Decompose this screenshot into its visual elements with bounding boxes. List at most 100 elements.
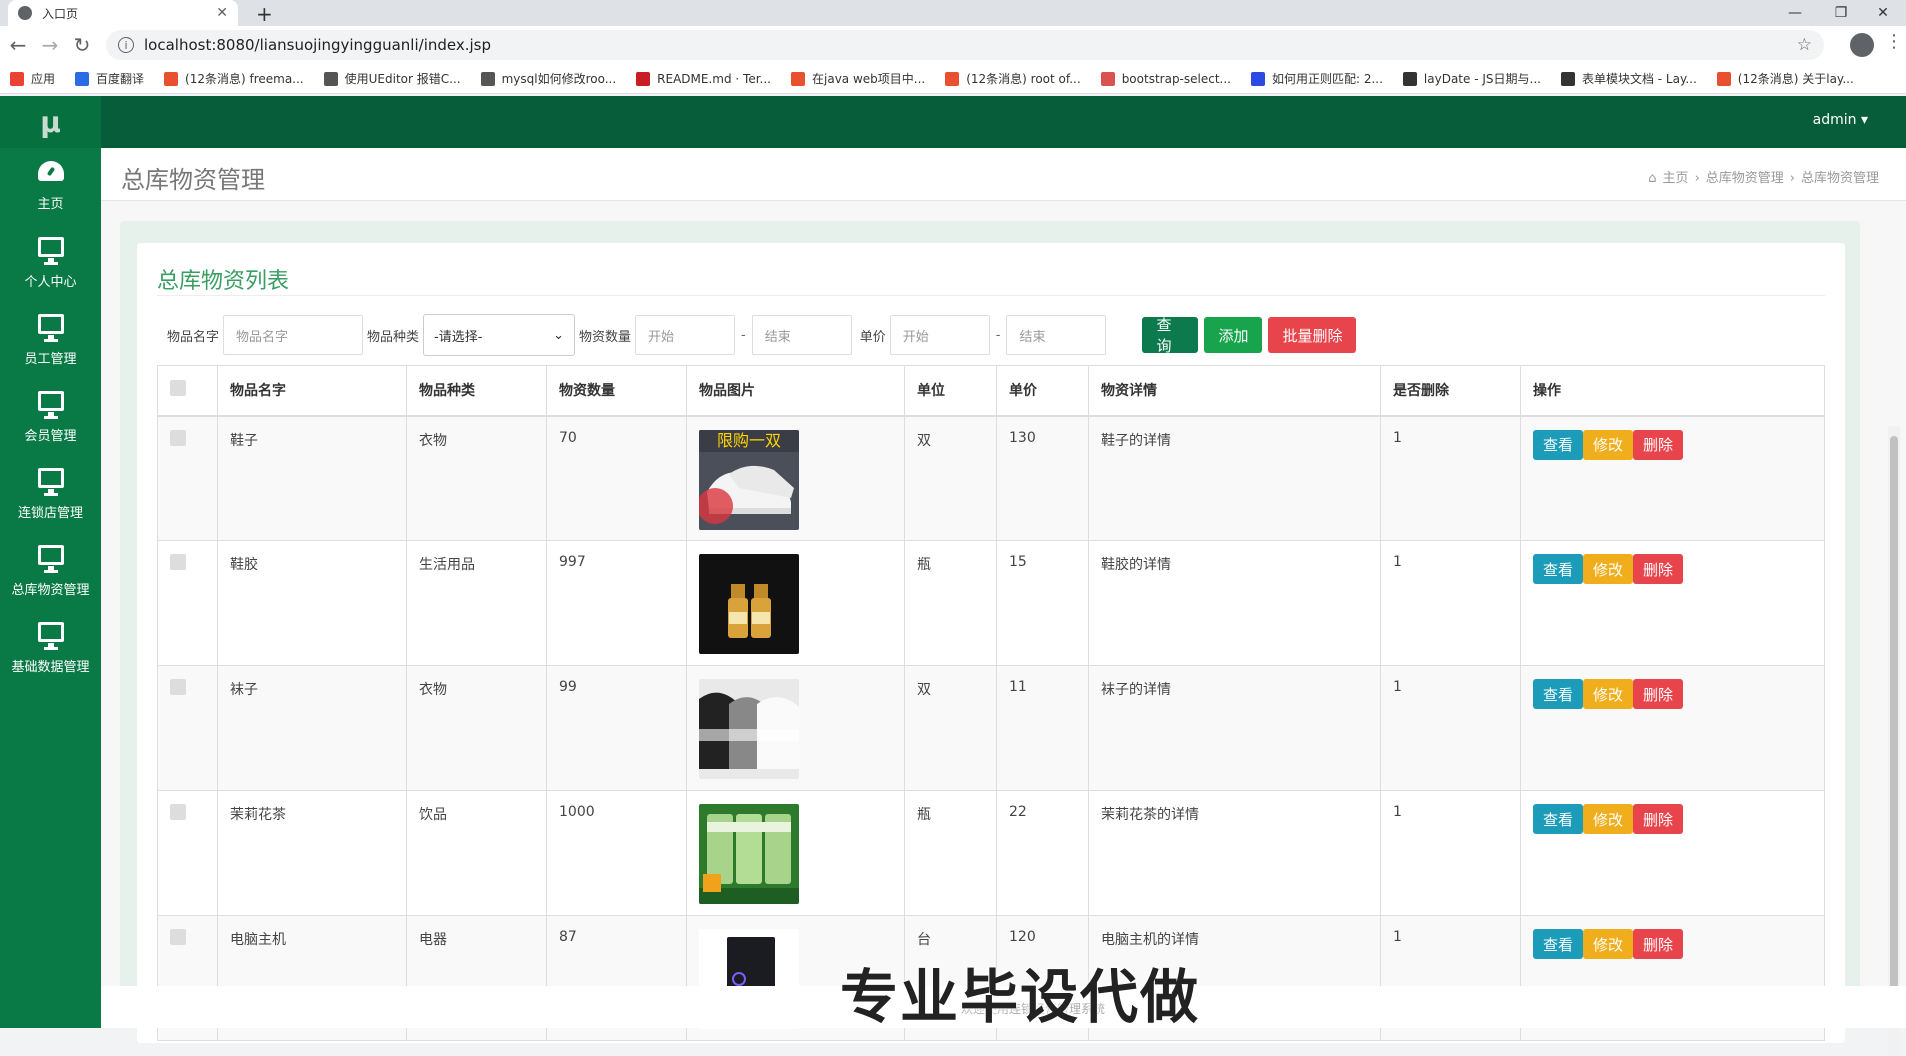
monitor-icon [37, 622, 64, 650]
back-arrow-icon[interactable]: ← [6, 33, 30, 57]
user-menu[interactable]: admin ▾ [1813, 112, 1868, 128]
menu-kebab-icon[interactable]: ⋮ [1885, 31, 1903, 52]
bookmark-item[interactable]: (12条消息) freema... [164, 70, 304, 87]
row-checkbox[interactable] [170, 429, 186, 446]
price-start-input[interactable]: 开始 [889, 315, 990, 355]
row-checkbox[interactable] [170, 554, 186, 570]
select-all-checkbox[interactable] [170, 380, 186, 397]
breadcrumb-section[interactable]: 总库物资管理 [1706, 171, 1784, 186]
add-button[interactable]: 添加 [1204, 317, 1263, 353]
bookmark-item[interactable]: (12条消息) 关于lay... [1716, 70, 1854, 87]
range-dash: - [741, 327, 746, 343]
sidebar-item[interactable]: 基础数据管理 [0, 610, 101, 687]
materials-table: 物品名字 物品种类 物资数量 物品图片 单位 单价 物资详情 是否删除 操作 鞋… [157, 365, 1825, 1041]
bookmark-favicon-icon [1100, 71, 1115, 86]
view-button[interactable]: 查看 [1533, 429, 1583, 460]
product-image[interactable] [699, 804, 799, 904]
monitor-icon [37, 545, 64, 573]
type-filter-select[interactable]: -请选择- ⌄ [423, 314, 576, 356]
edit-button[interactable]: 修改 [1583, 804, 1633, 834]
delete-button[interactable]: 删除 [1633, 554, 1683, 584]
sidebar-item[interactable]: 个人中心 [0, 225, 101, 302]
sidebar-item[interactable]: 连锁店管理 [0, 456, 101, 533]
name-filter-input[interactable]: 物品名字 [223, 315, 364, 355]
cell-price: 15 [996, 540, 1089, 666]
cell-deleted: 1 [1380, 665, 1521, 791]
bookmark-item[interactable]: README.md · Ter... [636, 71, 771, 86]
bookmark-favicon-icon [323, 71, 338, 86]
sidebar-item-label: 会员管理 [24, 429, 77, 444]
product-image[interactable] [699, 554, 799, 654]
bookmark-item[interactable]: 在java web项目中... [791, 70, 925, 87]
bookmark-label: 使用UEditor 报错C... [344, 72, 461, 86]
product-image[interactable]: 限购一双 [699, 429, 799, 530]
chevron-down-icon: ⌄ [553, 327, 565, 343]
query-button[interactable]: 查询 [1142, 316, 1199, 355]
cell-type: 衣物 [406, 665, 547, 791]
close-tab-icon[interactable]: ✕ [216, 5, 228, 21]
delete-button[interactable]: 删除 [1633, 679, 1683, 709]
edit-button[interactable]: 修改 [1583, 679, 1633, 709]
address-bar[interactable]: i localhost:8080/liansuojingyingguanli/i… [106, 30, 1824, 60]
home-icon: ⌂ [1648, 171, 1657, 186]
bookmark-label: 如何用正则匹配: 2... [1271, 72, 1383, 86]
window-close-icon[interactable]: ✕ [1860, 0, 1906, 26]
page-scrollbar[interactable] [1888, 426, 1900, 1056]
panel-title: 总库物资列表 [157, 269, 290, 294]
monitor-icon [37, 468, 64, 496]
sidebar-item-label: 基础数据管理 [11, 660, 90, 675]
sidebar: μ 主页 个人中心 员工管理 会员管理 连锁店管理 总库物资管理 基础数据管理 [0, 96, 101, 1028]
browser-tab[interactable]: 入口页 ✕ [8, 0, 238, 26]
delete-button[interactable]: 删除 [1633, 929, 1683, 959]
edit-button[interactable]: 修改 [1583, 429, 1633, 460]
column-header: 单价 [996, 365, 1089, 417]
view-button[interactable]: 查看 [1533, 554, 1583, 584]
column-header: 操作 [1520, 365, 1825, 417]
sidebar-item[interactable]: 主页 [0, 148, 101, 225]
edit-button[interactable]: 修改 [1583, 554, 1633, 584]
bookmark-item[interactable]: 应用 [10, 70, 55, 87]
minimize-icon[interactable]: — [1772, 0, 1818, 26]
sidebar-item[interactable]: 总库物资管理 [0, 533, 101, 610]
bookmark-label: (12条消息) 关于lay... [1737, 72, 1854, 86]
bookmark-item[interactable]: bootstrap-select... [1100, 71, 1231, 86]
restore-icon[interactable]: ❐ [1818, 0, 1864, 26]
sidebar-item[interactable]: 会员管理 [0, 379, 101, 456]
view-button[interactable]: 查看 [1533, 929, 1583, 959]
bookmark-item[interactable]: (12条消息) root of... [945, 70, 1081, 87]
scrollbar-thumb[interactable] [1890, 436, 1898, 1016]
reload-icon[interactable]: ↻ [70, 33, 94, 57]
star-icon[interactable]: ☆ [1797, 35, 1812, 55]
bookmark-favicon-icon [164, 71, 179, 86]
profile-avatar-icon[interactable] [1850, 33, 1874, 57]
price-end-input[interactable]: 结束 [1006, 315, 1107, 355]
row-checkbox[interactable] [170, 929, 186, 945]
sidebar-item[interactable]: 员工管理 [0, 302, 101, 379]
delete-button[interactable]: 删除 [1633, 429, 1683, 460]
bookmark-item[interactable]: 表单模块文档 - Lay... [1560, 70, 1697, 87]
bookmark-item[interactable]: 使用UEditor 报错C... [323, 70, 461, 87]
cell-detail: 袜子的详情 [1088, 665, 1381, 791]
batch-delete-button[interactable]: 批量删除 [1268, 317, 1357, 353]
forward-arrow-icon[interactable]: → [38, 33, 62, 57]
row-checkbox[interactable] [170, 679, 186, 695]
cell-unit: 双 [904, 665, 997, 791]
bookmark-item[interactable]: mysql如何修改roo... [480, 70, 616, 87]
edit-button[interactable]: 修改 [1583, 929, 1633, 959]
breadcrumb-home[interactable]: 主页 [1663, 171, 1689, 186]
bookmark-item[interactable]: layDate - JS日期与... [1402, 70, 1541, 87]
row-checkbox[interactable] [170, 804, 186, 820]
qty-end-input[interactable]: 结束 [751, 315, 852, 355]
product-image[interactable] [699, 679, 799, 779]
view-button[interactable]: 查看 [1533, 679, 1583, 709]
new-tab-button[interactable]: + [256, 2, 273, 26]
bookmark-favicon-icon [1402, 71, 1417, 86]
bookmark-label: 百度翻译 [96, 72, 145, 86]
view-button[interactable]: 查看 [1533, 804, 1583, 834]
delete-button[interactable]: 删除 [1633, 804, 1683, 834]
bookmark-item[interactable]: 如何用正则匹配: 2... [1250, 70, 1383, 87]
qty-start-input[interactable]: 开始 [635, 315, 736, 355]
cell-detail: 茉莉花茶的详情 [1088, 790, 1381, 916]
info-icon[interactable]: i [118, 37, 134, 53]
bookmark-item[interactable]: 百度翻译 [75, 70, 144, 87]
